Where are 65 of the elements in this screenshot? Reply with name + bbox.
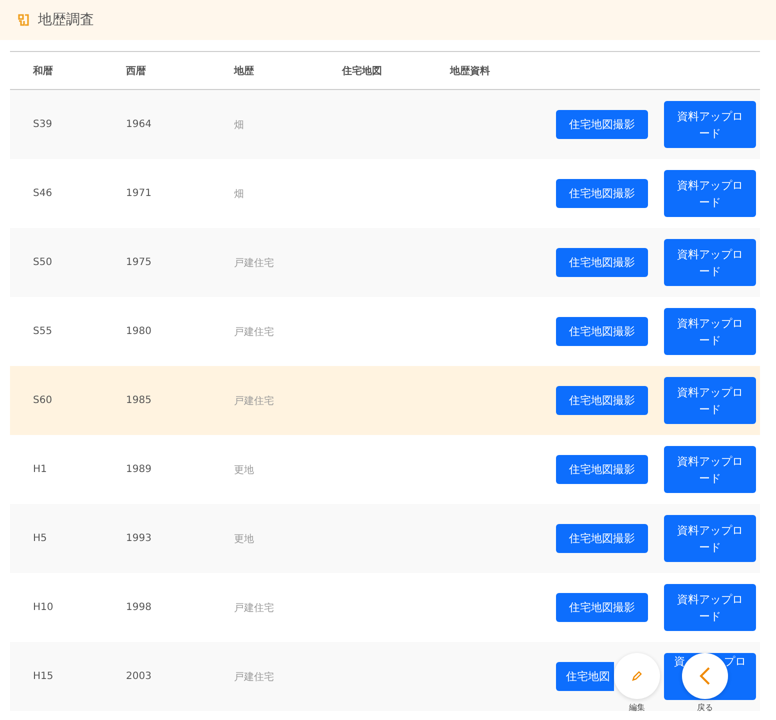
map-photo-button[interactable]: 住宅地図撮影 — [556, 593, 648, 622]
button-label-fragment: プロ — [724, 654, 746, 670]
table-cell-text: S39 — [33, 119, 54, 130]
upload-button[interactable]: 資料アップロード — [664, 377, 756, 424]
upload-button[interactable]: 資料アップロード — [664, 101, 756, 148]
table-row[interactable]: S39 1964 畑 住宅地図撮影 資料アップロード — [10, 90, 760, 159]
table-cell-text: 1989 — [126, 464, 152, 475]
table-row[interactable]: H5 1993 更地 住宅地図撮影 資料アップロード — [10, 504, 760, 573]
table-cell-text: H5 — [33, 533, 48, 544]
map-photo-button[interactable]: 住宅地図 — [556, 662, 614, 691]
table-cell-text: 1998 — [126, 602, 152, 613]
table-row[interactable]: S60 1985 戸建住宅 住宅地図撮影 資料アップロード — [10, 366, 760, 435]
table-cell-text: 戸建住宅 — [234, 326, 275, 338]
table-cell-text: 戸建住宅 — [234, 256, 275, 270]
table-cell-text: 2003 — [126, 671, 152, 682]
button-label-fragment: 資 — [674, 654, 685, 670]
table-cell-text: 1985 — [126, 395, 152, 406]
table-row[interactable]: H10 1998 戸建住宅 住宅地図撮影 資料アップロード — [10, 573, 760, 642]
chevron-left-icon — [699, 667, 711, 685]
table-cell-text: 1971 — [126, 188, 152, 199]
table-cell-text: S60 — [33, 395, 54, 406]
table-cell-text: 畑 — [234, 188, 245, 200]
action-label: 編集 — [629, 702, 645, 713]
column-header: 和暦 — [33, 64, 54, 78]
table-row[interactable]: S46 1971 畑 住宅地図撮影 資料アップロード — [10, 159, 760, 228]
upload-button[interactable]: 資料アップロード — [664, 515, 756, 562]
map-icon — [18, 14, 30, 26]
column-header: 西暦 — [126, 64, 147, 78]
table-cell-text: H15 — [33, 671, 54, 682]
upload-button[interactable]: 資料アップロード — [664, 239, 756, 286]
table-cell-text: 戸建住宅 — [234, 670, 275, 684]
table-cell-text: H1 — [33, 464, 48, 475]
upload-button[interactable]: 資料アップロード — [664, 308, 756, 355]
table-cell-text: S55 — [33, 326, 54, 337]
table-cell-text: S50 — [33, 257, 54, 268]
table-cell-text: H10 — [33, 602, 54, 613]
table-cell-text: 畑 — [234, 118, 245, 132]
upload-button[interactable]: 資料アップロード — [664, 170, 756, 217]
pencil-icon — [631, 670, 643, 682]
table-cell-text: 更地 — [234, 532, 255, 546]
map-photo-button[interactable]: 住宅地図撮影 — [556, 455, 648, 484]
table-cell-text: 戸建住宅 — [234, 602, 275, 614]
upload-button[interactable]: 資料アップロード — [664, 446, 756, 493]
table-cell-text: 1993 — [126, 533, 152, 544]
map-photo-button[interactable]: 住宅地図撮影 — [556, 524, 648, 553]
map-photo-button[interactable]: 住宅地図撮影 — [556, 386, 648, 415]
upload-button[interactable]: 資料アップロード — [664, 584, 756, 631]
table-cell-text: 1980 — [126, 326, 152, 337]
page-title: 地歴調査 — [38, 11, 94, 29]
table-row[interactable]: H1 1989 更地 住宅地図撮影 資料アップロード — [10, 435, 760, 504]
column-header: 地歴 — [234, 64, 255, 78]
table-cell-text: 更地 — [234, 464, 255, 476]
action-label: 戻る — [697, 702, 713, 713]
table-row[interactable]: S50 1975 戸建住宅 住宅地図撮影 資料アップロード — [10, 228, 760, 297]
column-header: 地歴資料 — [450, 64, 491, 78]
map-photo-button[interactable]: 住宅地図撮影 — [556, 179, 648, 208]
table-cell-text: S46 — [33, 188, 54, 199]
table-cell-text: 1964 — [126, 119, 152, 130]
table-cell-text: 戸建住宅 — [234, 394, 275, 408]
column-header: 住宅地図 — [342, 64, 383, 78]
map-photo-button[interactable]: 住宅地図撮影 — [556, 317, 648, 346]
table-cell-text: 1975 — [126, 257, 152, 268]
table-row[interactable]: S55 1980 戸建住宅 住宅地図撮影 資料アップロード — [10, 297, 760, 366]
map-photo-button[interactable]: 住宅地図撮影 — [556, 110, 648, 139]
map-photo-button[interactable]: 住宅地図撮影 — [556, 248, 648, 277]
